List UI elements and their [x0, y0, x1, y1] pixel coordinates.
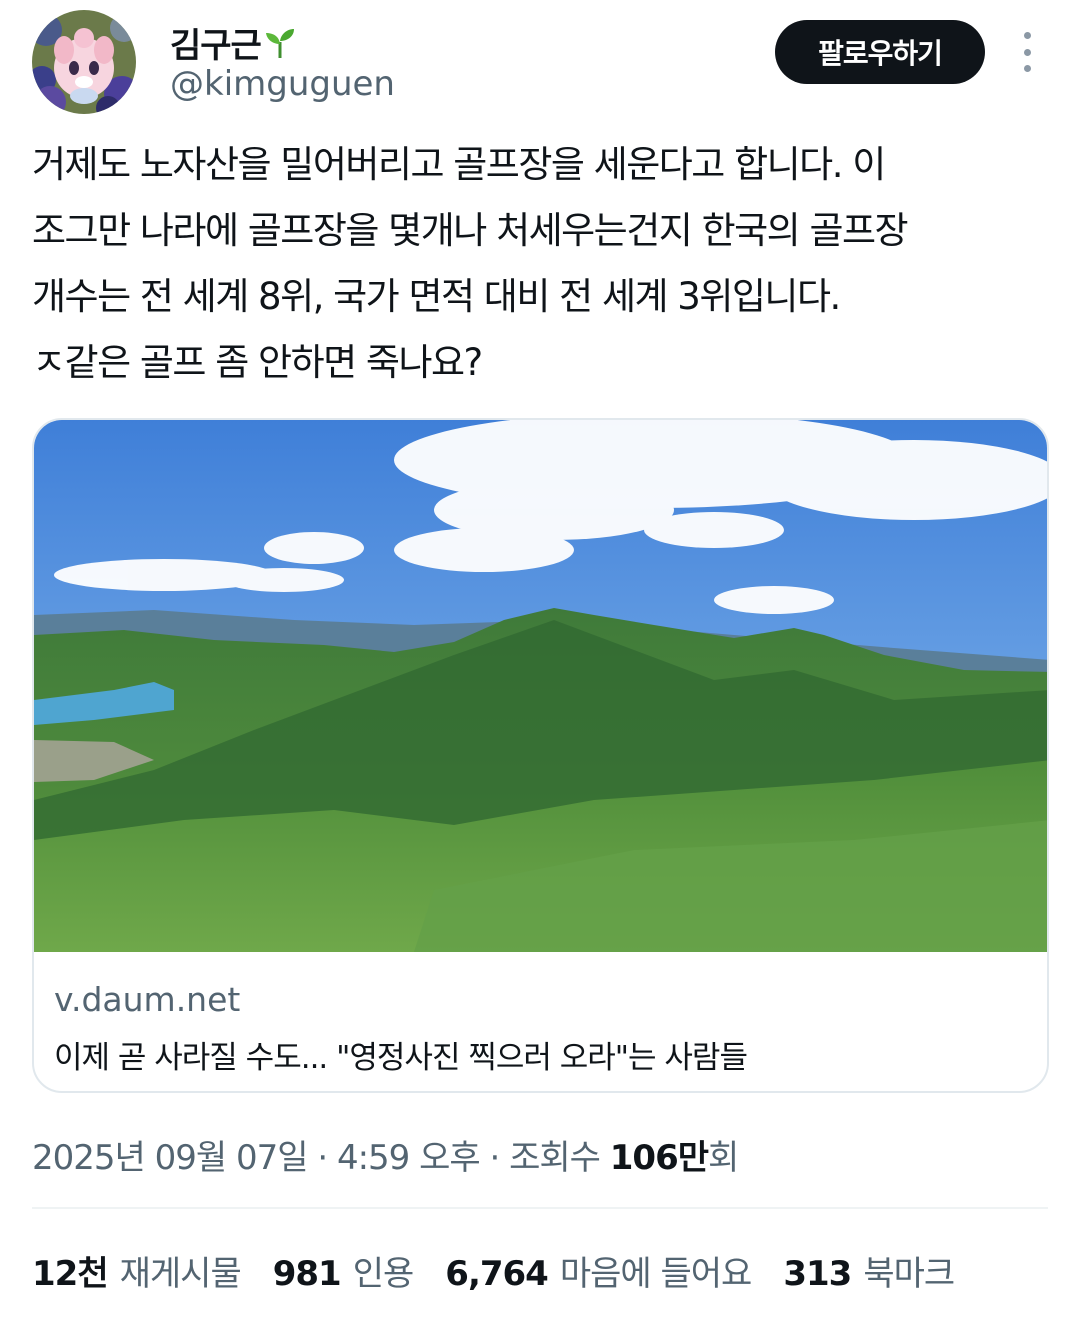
stat-value: 981 [272, 1254, 342, 1294]
tweet-text-line: 개수는 전 세계 8위, 국가 면적 대비 전 세계 3위입니다. [32, 275, 841, 318]
stat-reposts[interactable]: 12천 재게시물 [32, 1246, 242, 1295]
display-name[interactable]: 김구근 [170, 18, 262, 67]
meta-separator: · [479, 1138, 510, 1178]
stat-label: 북마크 [863, 1254, 955, 1294]
card-image-mountain-photo[interactable] [34, 420, 1049, 952]
link-preview-card[interactable]: v.daum.net 이제 곧 사라질 수도... "영정사진 찍으러 오라"는… [32, 418, 1049, 1093]
tweet-text: 거제도 노자산을 밀어버리고 골프장을 세운다고 합니다. 이 조그만 나라에 … [32, 132, 1052, 396]
stat-label: 재게시물 [119, 1254, 242, 1294]
follow-button[interactable]: 팔로우하기 [775, 20, 985, 84]
stat-quotes[interactable]: 981 인용 [272, 1246, 415, 1295]
stat-label: 마음에 들어요 [559, 1254, 752, 1294]
card-domain: v.daum.net [54, 980, 241, 1019]
engagement-stats: 12천 재게시물 981 인용 6,764 마음에 들어요 313 북마크 [32, 1246, 986, 1295]
author-name-row[interactable]: 김구근 [170, 18, 297, 67]
views-suffix: 회 [708, 1138, 739, 1178]
tweet-text-line: ㅈ같은 골프 좀 안하면 죽나요? [32, 341, 483, 384]
avatar-character-icon [32, 10, 136, 114]
tweet-text-line: 거제도 노자산을 밀어버리고 골프장을 세운다고 합니다. 이 [32, 143, 886, 186]
tweet-text-line: 조그만 나라에 골프장을 몇개나 처세우는건지 한국의 골프장 [32, 209, 909, 252]
sprout-icon [265, 28, 294, 58]
stat-value: 12천 [32, 1254, 109, 1294]
views-count: 106만 [609, 1138, 709, 1178]
stat-value: 6,764 [445, 1254, 549, 1294]
stat-label: 인용 [352, 1254, 415, 1294]
views-label: 조회수 [509, 1138, 610, 1178]
author-handle[interactable]: @kimguguen [170, 64, 395, 104]
stat-bookmarks[interactable]: 313 북마크 [783, 1246, 955, 1295]
tweet-time[interactable]: 4:59 오후 [337, 1138, 481, 1178]
tweet-date[interactable]: 2025년 09월 07일 [32, 1138, 309, 1178]
card-title[interactable]: 이제 곧 사라질 수도... "영정사진 찍으러 오라"는 사람들 [54, 1032, 748, 1077]
stat-likes[interactable]: 6,764 마음에 들어요 [445, 1246, 752, 1295]
tweet-header: 김구근 @kimguguen 팔로우하기 [0, 0, 1080, 120]
avatar[interactable] [32, 10, 136, 114]
stat-value: 313 [783, 1254, 852, 1294]
divider [32, 1207, 1048, 1209]
more-vertical-icon[interactable] [1010, 32, 1044, 72]
meta-separator: · [307, 1138, 337, 1178]
tweet-meta: 2025년 09월 07일 · 4:59 오후 · 조회수 106만회 [32, 1130, 739, 1179]
